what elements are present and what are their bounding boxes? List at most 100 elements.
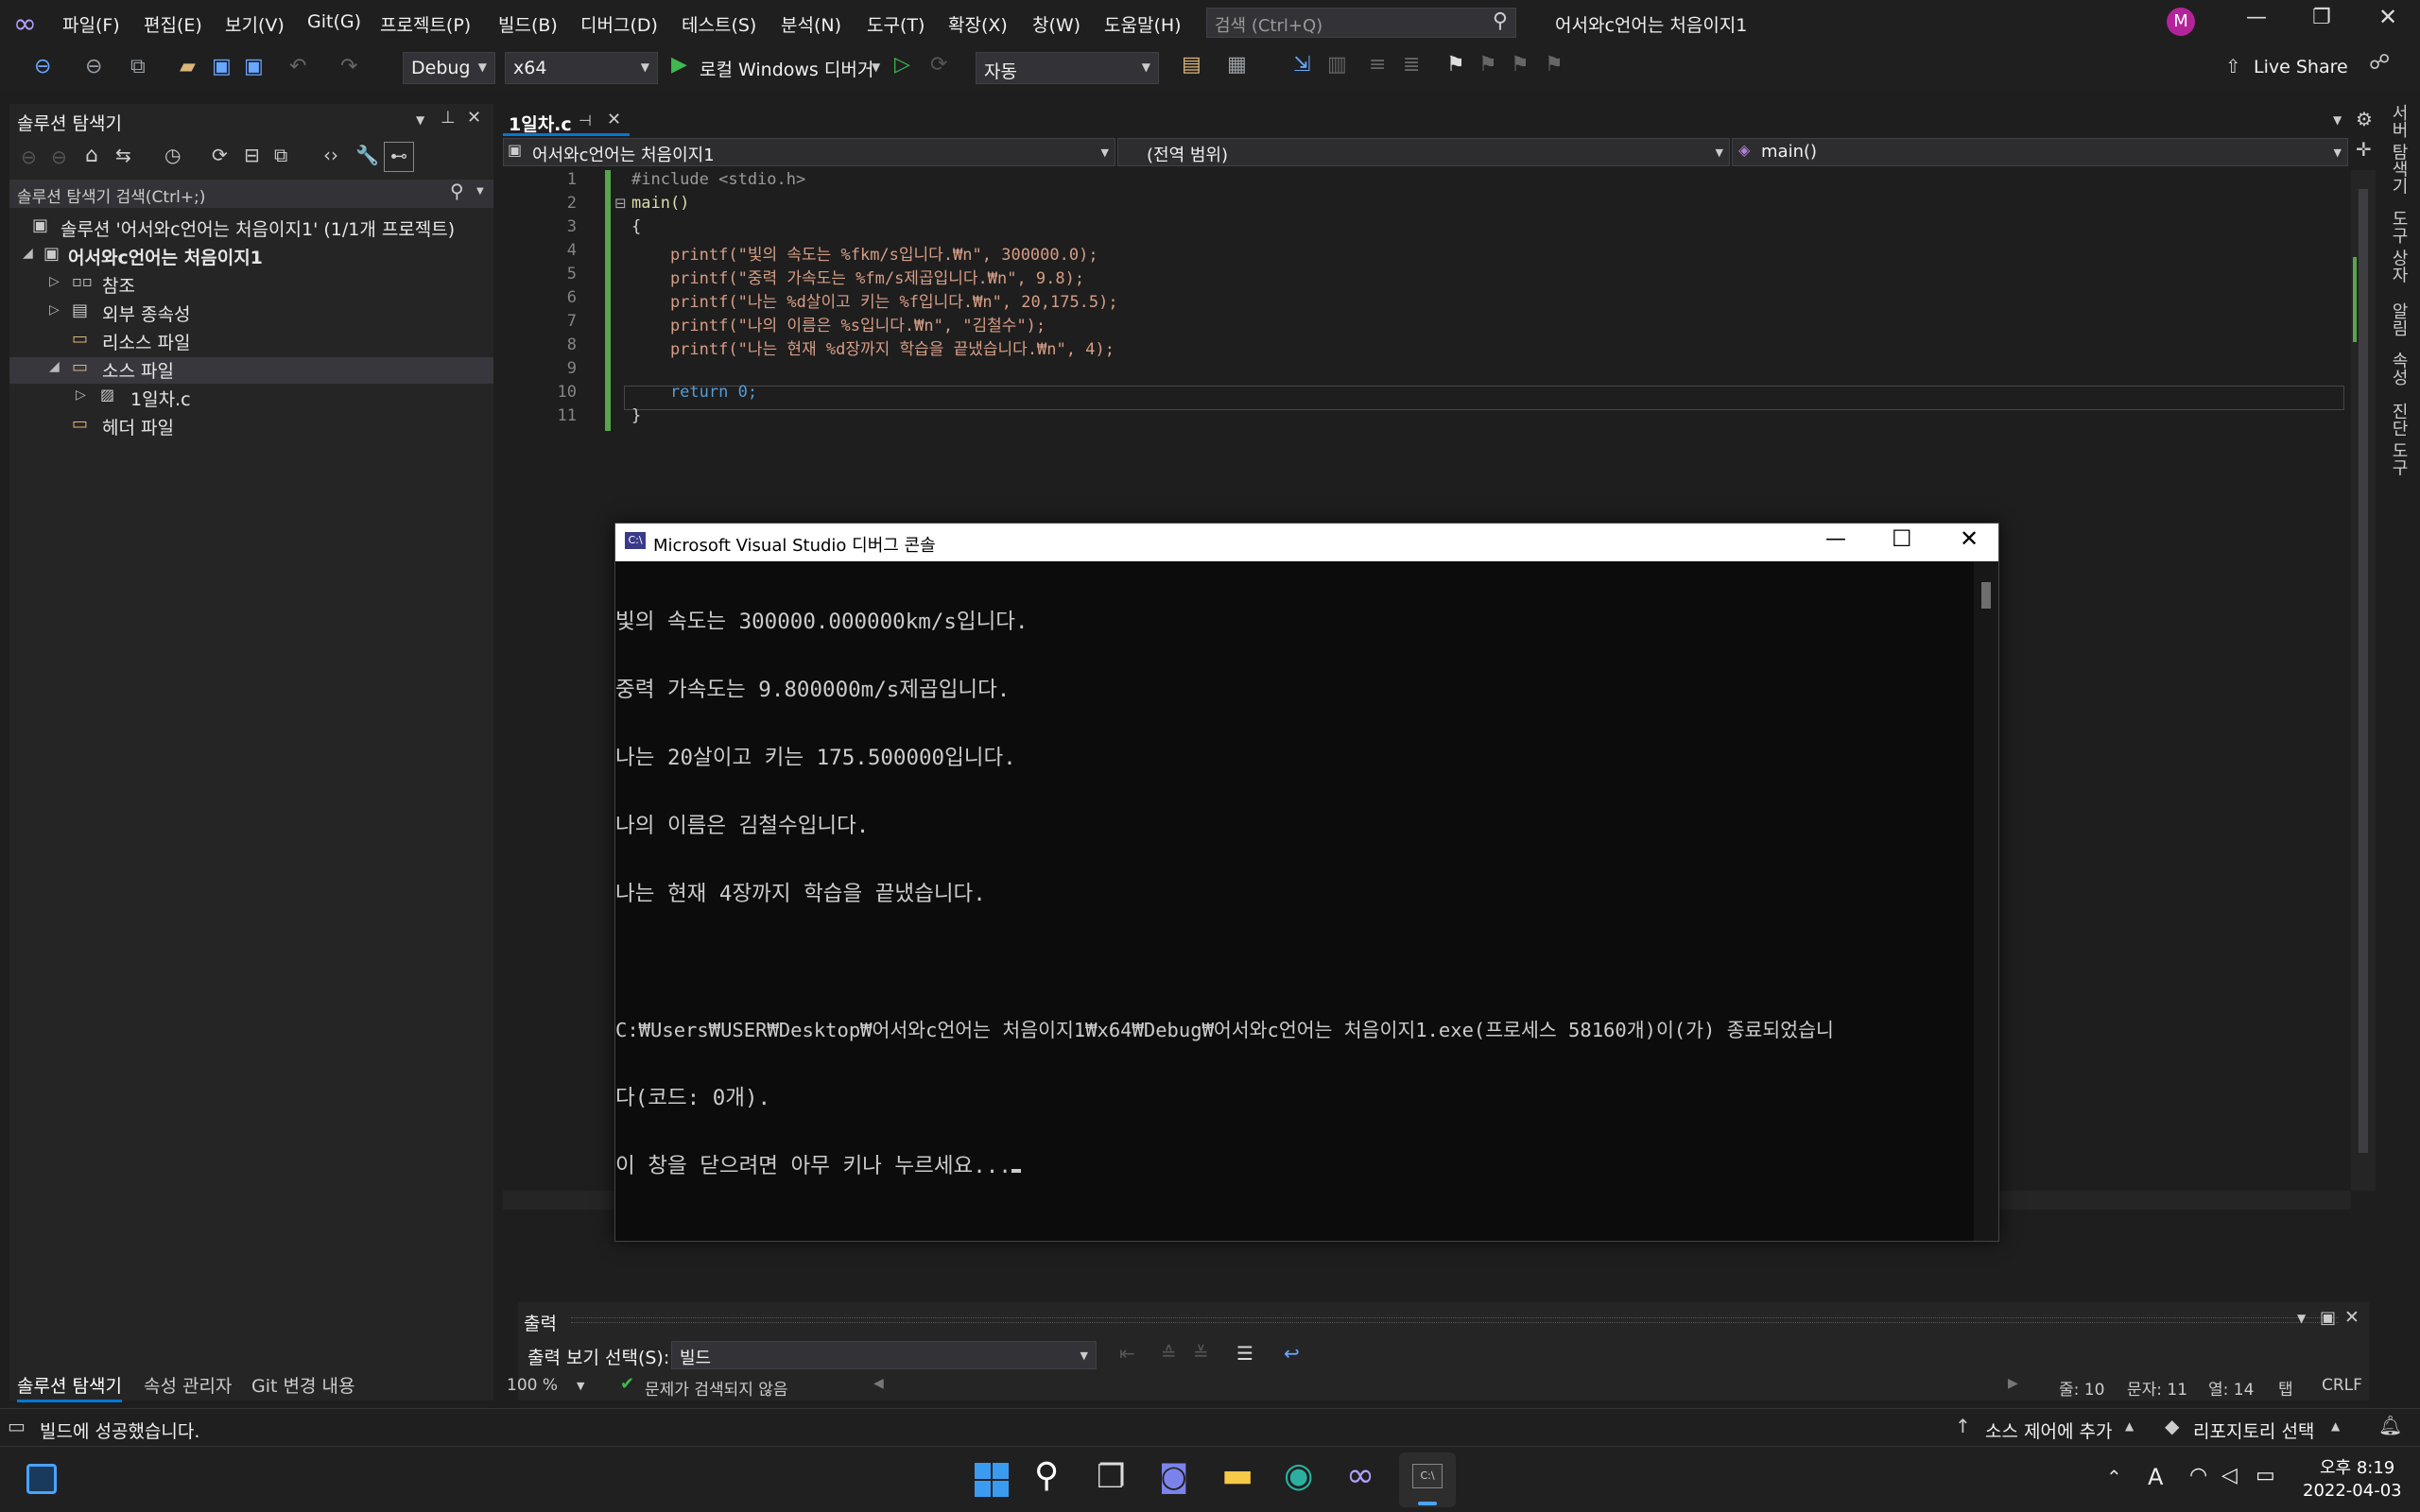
platform-select[interactable]: x64 ▼ bbox=[505, 52, 658, 84]
pin-icon[interactable]: ⊣ bbox=[579, 112, 592, 129]
bookmark-clear-icon[interactable]: ⚑ bbox=[1545, 53, 1564, 77]
forward-icon[interactable]: ⊖ bbox=[85, 55, 102, 78]
home-icon[interactable]: ⌂ bbox=[85, 144, 98, 167]
pending-changes-icon[interactable]: ◷ bbox=[164, 144, 181, 166]
add-to-source-control-button[interactable]: 소스 제어에 추가 bbox=[1985, 1418, 2112, 1443]
start-debug-button[interactable]: 로컬 Windows 디버거 bbox=[700, 56, 873, 81]
minimize-icon[interactable]: — bbox=[1825, 527, 1846, 551]
task-view-icon[interactable]: ❐ bbox=[1097, 1458, 1125, 1496]
terminal-icon[interactable]: C:\ bbox=[1399, 1452, 1456, 1507]
edge-icon[interactable]: ◉ bbox=[1284, 1456, 1313, 1495]
indent-icon[interactable]: ≡ bbox=[1369, 53, 1386, 77]
collapse-icon[interactable]: ⊟ bbox=[614, 195, 627, 212]
search-icon[interactable]: ⚲ bbox=[1034, 1456, 1059, 1495]
issues-status[interactable]: 문제가 검색되지 않음 bbox=[645, 1376, 788, 1400]
file-explorer-icon[interactable]: ▬ bbox=[1221, 1456, 1253, 1495]
debug-console-window[interactable]: C:\ Microsoft Visual Studio 디버그 콘솔 — ☐ ✕… bbox=[614, 523, 1999, 1242]
widgets-icon[interactable] bbox=[26, 1464, 57, 1494]
forward-icon[interactable]: ⊖ bbox=[51, 146, 67, 168]
close-icon[interactable]: ✕ bbox=[1960, 525, 1979, 552]
clock-date[interactable]: 2022-04-03 bbox=[2303, 1481, 2402, 1501]
back-icon[interactable]: ⊖ bbox=[21, 146, 37, 168]
menu-help[interactable]: 도움말(H) bbox=[1104, 11, 1182, 37]
nav-scope-select[interactable]: (전역 범위) ▼ bbox=[1117, 138, 1730, 166]
chevron-down-icon[interactable]: ▼ bbox=[2333, 113, 2342, 127]
chevron-up-icon[interactable]: ▲ bbox=[2125, 1419, 2134, 1433]
chat-icon[interactable]: ◙ bbox=[1159, 1458, 1188, 1494]
menu-file[interactable]: 파일(F) bbox=[62, 11, 120, 37]
scrollbar-thumb[interactable] bbox=[2359, 189, 2368, 1153]
chevron-down-icon[interactable]: ▼ bbox=[2297, 1312, 2306, 1325]
find-message-icon[interactable]: ⇤ bbox=[1119, 1342, 1135, 1365]
line-ending[interactable]: CRLF bbox=[2322, 1376, 2362, 1395]
properties-icon[interactable]: 🔧 bbox=[355, 144, 379, 166]
tab-property-manager[interactable]: 속성 관리자 bbox=[144, 1372, 232, 1398]
start-button[interactable] bbox=[975, 1463, 1009, 1497]
nav-member-select[interactable]: ◈ main() ▼ bbox=[1732, 138, 2348, 166]
wifi-icon[interactable]: ◠ bbox=[2189, 1464, 2207, 1487]
prev-message-icon[interactable]: ≙ bbox=[1161, 1342, 1177, 1365]
ime-indicator[interactable]: A bbox=[2148, 1464, 2163, 1490]
side-tab-toolbox[interactable]: 도구 상자 bbox=[2386, 210, 2411, 284]
comment-icon[interactable]: ▥ bbox=[1327, 53, 1347, 77]
scroll-left-icon[interactable]: ◀ bbox=[873, 1376, 884, 1391]
undo-icon[interactable]: ↶ bbox=[289, 55, 306, 78]
search-box[interactable]: 검색 (Ctrl+Q) ⚲ bbox=[1206, 8, 1516, 38]
feedback-icon[interactable]: ☍ bbox=[2369, 51, 2390, 75]
clock-time[interactable]: 오후 8:19 bbox=[2320, 1454, 2394, 1479]
switch-views-icon[interactable]: ⇆ bbox=[115, 144, 131, 166]
menu-extensions[interactable]: 확장(X) bbox=[948, 11, 1008, 37]
bookmark-prev-icon[interactable]: ⚑ bbox=[1478, 53, 1497, 77]
visual-studio-icon[interactable]: ∞ bbox=[1346, 1456, 1374, 1495]
show-all-files-icon[interactable]: ⧉ bbox=[274, 144, 287, 166]
clear-all-icon[interactable]: ☰ bbox=[1236, 1342, 1253, 1365]
volume-icon[interactable]: ◁ bbox=[2221, 1464, 2238, 1487]
maximize-icon[interactable]: ☐ bbox=[1892, 525, 1912, 552]
folder-view-icon[interactable]: ▤ bbox=[1182, 53, 1201, 77]
start-without-debug-icon[interactable]: ▷ bbox=[894, 53, 910, 77]
select-repository-button[interactable]: 리포지토리 선택 bbox=[2193, 1418, 2314, 1443]
configuration-select[interactable]: Debug ▼ bbox=[403, 52, 495, 84]
menu-analyze[interactable]: 분석(N) bbox=[781, 11, 841, 37]
nav-project-select[interactable]: ▣ 어서와c언어는 처음이지1 ▼ bbox=[503, 138, 1115, 166]
output-source-select[interactable]: 빌드 ▼ bbox=[671, 1341, 1097, 1369]
new-project-icon[interactable]: ⧉ bbox=[130, 55, 146, 78]
split-icon[interactable]: ✛ bbox=[2356, 138, 2372, 161]
show-hidden-icons[interactable]: ⌃ bbox=[2106, 1466, 2122, 1488]
outdent-icon[interactable]: ≣ bbox=[1403, 53, 1420, 77]
menu-test[interactable]: 테스트(S) bbox=[682, 11, 756, 37]
side-tab-properties[interactable]: 속성 bbox=[2386, 352, 2411, 386]
battery-icon[interactable]: ▭ bbox=[2256, 1464, 2275, 1487]
bell-icon[interactable]: 🔔︎ bbox=[2378, 1414, 2402, 1436]
side-tab-server-explorer[interactable]: 서버 탐색기 bbox=[2386, 104, 2411, 195]
chevron-down-icon[interactable]: ▼ bbox=[577, 1380, 584, 1392]
editor-vertical-scrollbar[interactable] bbox=[2351, 170, 2376, 1191]
refresh-icon[interactable]: ⟳ bbox=[212, 144, 228, 166]
menu-tools[interactable]: 도구(T) bbox=[867, 11, 925, 37]
console-scrollbar[interactable] bbox=[1974, 561, 1998, 1241]
bookmark-next-icon[interactable]: ⚑ bbox=[1511, 53, 1530, 77]
chevron-down-icon[interactable]: ▼ bbox=[872, 60, 880, 74]
side-tab-notifications[interactable]: 알림 bbox=[2386, 302, 2411, 336]
avatar[interactable]: M bbox=[2167, 8, 2195, 36]
gear-icon[interactable]: ⚙ bbox=[2356, 108, 2373, 130]
code-text[interactable]: #include <stdio.h> main() { printf("빛의 속… bbox=[631, 170, 2333, 454]
tab-git-changes[interactable]: Git 변경 내용 bbox=[251, 1372, 354, 1398]
hot-reload-icon[interactable]: ⟳ bbox=[930, 53, 947, 77]
chevron-up-icon[interactable]: ▲ bbox=[2331, 1419, 2340, 1433]
view-code-icon[interactable]: ‹› bbox=[323, 144, 338, 166]
editor-tab-1ilcha[interactable]: 1일차.c ⊣ ✕ bbox=[503, 108, 630, 136]
close-panel-icon[interactable]: ✕ bbox=[2344, 1307, 2360, 1328]
close-panel-icon[interactable]: ✕ bbox=[467, 108, 481, 128]
menu-git[interactable]: Git(G) bbox=[307, 11, 361, 32]
open-folder-icon[interactable]: ▰ bbox=[180, 55, 196, 78]
minimize-icon[interactable]: — bbox=[2246, 6, 2267, 29]
save-icon[interactable]: ▣ bbox=[212, 55, 232, 78]
tab-solution-explorer[interactable]: 솔루션 탐색기 bbox=[17, 1372, 122, 1402]
save-all-icon[interactable]: ▣ bbox=[244, 55, 264, 78]
pin-icon[interactable]: ⊥ bbox=[441, 108, 456, 128]
collapse-all-icon[interactable]: ⊟ bbox=[244, 144, 260, 166]
menu-edit[interactable]: 편집(E) bbox=[144, 11, 202, 37]
back-icon[interactable]: ⊖ bbox=[34, 55, 51, 78]
close-icon[interactable]: ✕ bbox=[2378, 4, 2397, 30]
